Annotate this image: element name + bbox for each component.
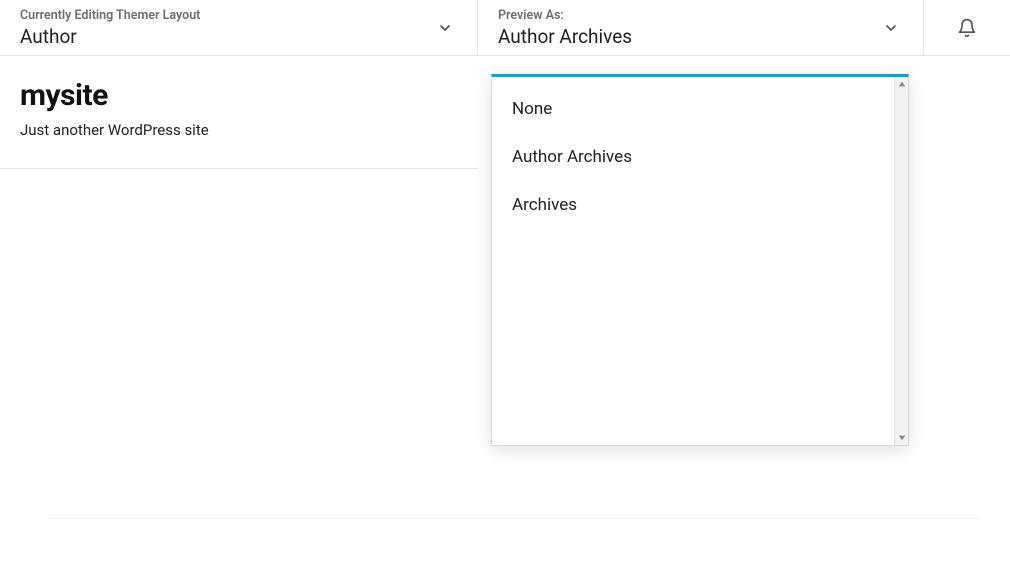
chevron-down-icon	[437, 20, 453, 36]
divider	[0, 168, 478, 169]
bell-icon[interactable]	[957, 18, 977, 38]
scroll-up-icon[interactable]	[895, 77, 908, 91]
scrollbar[interactable]	[894, 77, 908, 445]
dropdown-item-archives[interactable]: Archives	[492, 181, 894, 229]
preview-dropdown-list: None Author Archives Archives	[492, 77, 894, 445]
dropdown-item-none[interactable]: None	[492, 85, 894, 133]
dropdown-item-author-archives[interactable]: Author Archives	[492, 133, 894, 181]
preview-selector[interactable]: Preview As: Author Archives	[478, 0, 924, 55]
top-bar: Currently Editing Themer Layout Author P…	[0, 0, 1010, 56]
footer-divider	[50, 518, 980, 519]
layout-selector-value: Author	[20, 25, 457, 48]
layout-selector-label: Currently Editing Themer Layout	[20, 8, 457, 23]
preview-selector-value: Author Archives	[498, 25, 903, 48]
scroll-down-icon[interactable]	[895, 431, 908, 445]
preview-selector-label: Preview As:	[498, 8, 903, 23]
layout-selector[interactable]: Currently Editing Themer Layout Author	[0, 0, 478, 55]
chevron-down-icon	[883, 20, 899, 36]
topbar-actions	[924, 0, 1010, 55]
preview-dropdown-panel: None Author Archives Archives	[491, 74, 909, 446]
